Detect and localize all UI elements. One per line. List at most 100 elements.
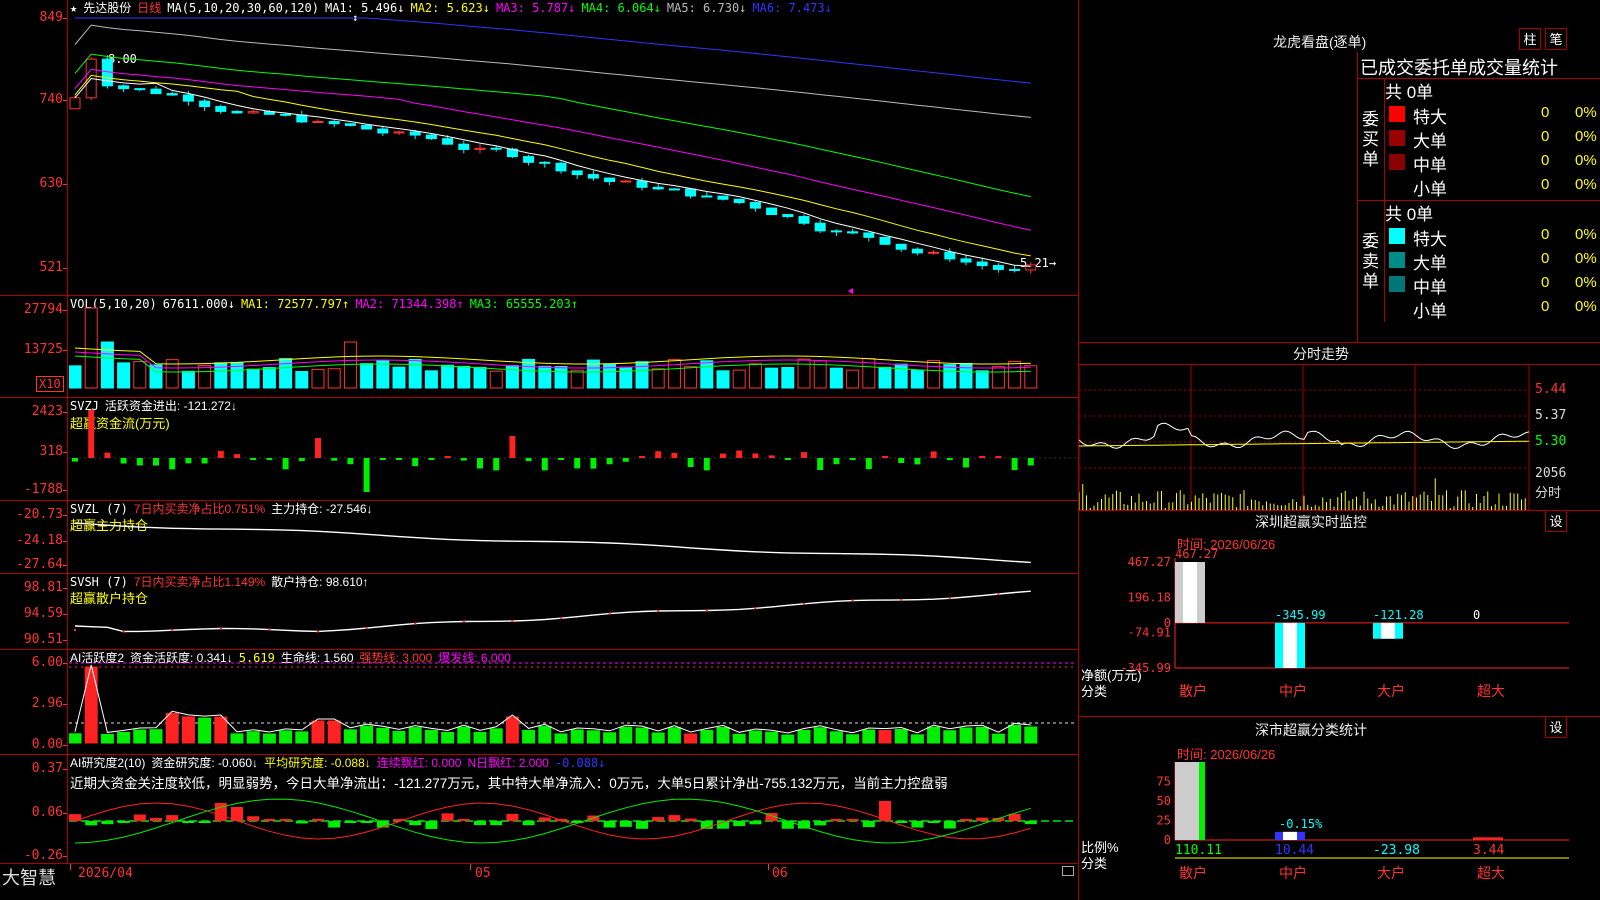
candle <box>442 138 454 145</box>
activity-bar <box>489 728 503 744</box>
realtime-monitor-panel[interactable]: 深圳超赢实时监控 设 时间: 2026/06/26 467.27 196.18 0-… <box>1079 510 1600 717</box>
retail-dot <box>754 607 757 610</box>
ma-line <box>74 53 1031 198</box>
monitor-y-label: 196.18 <box>1128 590 1171 604</box>
research-bar <box>846 819 859 821</box>
tick-mode-button[interactable]: 笔 <box>1545 28 1567 50</box>
volume-bar <box>748 363 762 389</box>
volume-bar <box>684 366 698 389</box>
volume-bar <box>651 368 665 389</box>
sell-row-3: 小单 0 0% <box>1385 296 1597 321</box>
candle <box>636 180 648 188</box>
activity-bar <box>943 730 957 744</box>
fund-flow-bar <box>946 458 953 460</box>
y-label: 98.81 <box>23 580 63 595</box>
volume-bar <box>700 360 714 389</box>
ratio-top-label: -0.15% <box>1279 817 1323 831</box>
net-amount-bar-chart[interactable]: 467.27196.180-74.91-345.99467.27散户-345.9… <box>1079 510 1600 716</box>
net-amount-label: -121.28 <box>1373 608 1424 622</box>
kline-pane[interactable]: 849 740 630 521 ★ 先达股份 日线 MA(5,10,20,30,60,… <box>0 0 1078 296</box>
intraday-panel[interactable]: 分时走势 5.44 5.37 5.30 2056 分时 <box>1079 342 1600 511</box>
volume-bar <box>505 365 519 389</box>
candlestick-chart[interactable] <box>69 0 1077 296</box>
research-bar <box>198 821 211 823</box>
fund-flow-bar <box>1011 458 1018 471</box>
activity-bar <box>279 730 293 744</box>
buy-row-count: 0 <box>1541 104 1550 121</box>
ai-research-pane[interactable]: 0.37 0.06 -0.26 AI研究度2(10) 资金研究度: -0.060↓… <box>0 755 1078 863</box>
fund-flow-bar <box>784 458 791 460</box>
buy-swatch <box>1389 130 1405 146</box>
volume-chart[interactable] <box>69 296 1077 398</box>
net-amount-bar-highlight <box>1283 622 1297 668</box>
volume-pane[interactable]: 27794 13725 X10 VOL(5,10,20) 67611.000↓ MA… <box>0 296 1078 398</box>
buy-row-count: 0 <box>1541 128 1550 145</box>
sell-swatch <box>1389 276 1405 292</box>
activity-bar <box>441 731 455 744</box>
main-holding-chart[interactable] <box>69 501 1077 574</box>
buy-row-pct: 0% <box>1575 128 1597 145</box>
ratio-bar <box>1473 837 1503 840</box>
intraday-frame <box>1079 364 1530 510</box>
volume-bar <box>732 369 746 389</box>
activity-bar <box>149 729 163 744</box>
fund-flow-bar <box>898 458 905 463</box>
app-logo: 大智慧 <box>2 868 56 888</box>
activity-bar <box>603 732 617 744</box>
fund-flow-chart[interactable] <box>69 398 1077 501</box>
ai-activity-chart[interactable] <box>69 650 1077 755</box>
monitor-y-label: -74.91 <box>1128 626 1171 640</box>
fund-flow-bar <box>590 458 597 469</box>
ai-activity-pane[interactable]: 6.00 2.96 0.00 AI活跃度2 资金活跃度: 0.341↓ 5.619 生… <box>0 650 1078 755</box>
fund-flow-bar <box>331 458 338 461</box>
retail-holding-chart[interactable] <box>69 574 1077 650</box>
ratio-bar-highlight <box>1283 831 1297 840</box>
candle <box>361 124 373 130</box>
sell-row-count: 0 <box>1541 226 1550 243</box>
volume-bar <box>910 369 924 389</box>
retail-dot <box>462 620 465 623</box>
fund-flow-bar <box>574 458 581 469</box>
activity-bar <box>262 733 276 744</box>
activity-bar <box>360 725 374 744</box>
activity-bar <box>878 730 892 744</box>
candle <box>976 261 988 267</box>
retail-dot <box>608 612 611 615</box>
lock-icon[interactable] <box>1062 866 1074 876</box>
candle <box>1009 268 1021 271</box>
ratio-value-label: 3.44 <box>1473 843 1504 858</box>
retail-dot <box>705 609 708 612</box>
candle <box>377 128 389 134</box>
order-table: 已成交委托单成交量统计 委买单 共 0单 特大 0 0% 大单 0 0% 中单 0 0% 小单 0 0… <box>1357 52 1600 342</box>
ma-line <box>74 74 1031 257</box>
monitor-category: 中户 <box>1279 683 1307 699</box>
classify-category: 大户 <box>1377 865 1405 881</box>
volume-bar <box>716 370 730 389</box>
bar-mode-button[interactable]: 柱 <box>1519 28 1541 50</box>
ai-research-chart[interactable] <box>69 755 1077 863</box>
candle <box>328 121 340 125</box>
buy-row-label: 特大 <box>1413 108 1447 127</box>
candle <box>652 186 664 190</box>
retail-dot <box>365 626 368 630</box>
svsh-pane[interactable]: 98.81 94.59 90.51 SVSH (7) 7日内买卖净占比1.149%… <box>0 574 1078 650</box>
sell-row-label: 大单 <box>1413 254 1447 273</box>
svzl-pane[interactable]: -20.73 -24.18 -27.64 SVZL (7) 7日内买卖净占比0.7… <box>0 501 1078 574</box>
volume-bar <box>878 366 892 389</box>
y-label: 0.37 <box>31 761 63 776</box>
research-bar <box>133 814 146 821</box>
volume-bar <box>84 307 98 389</box>
svzj-pane[interactable]: 2423 318 -1788 SVZJ 活跃资金进出: -121.272↓ 超赢资… <box>0 398 1078 501</box>
ratio-bar-chart[interactable]: 75 50 25 0 110.11 散户 10.44 中户 -23.98 大户 3.44 超大 -0.1… <box>1079 716 1600 900</box>
classification-panel[interactable]: 深市超赢分类统计 设 时间: 2026/06/26 75 50 25 0 110.11 散… <box>1079 716 1600 900</box>
research-bar <box>943 821 956 829</box>
candle <box>555 162 567 172</box>
research-bar <box>538 817 551 821</box>
research-bar <box>830 819 843 821</box>
candle <box>863 232 875 238</box>
candle <box>166 93 178 96</box>
intraday-chart[interactable] <box>1079 364 1600 510</box>
candle <box>474 147 486 150</box>
fund-flow-bar <box>768 455 775 458</box>
candle <box>992 265 1004 270</box>
